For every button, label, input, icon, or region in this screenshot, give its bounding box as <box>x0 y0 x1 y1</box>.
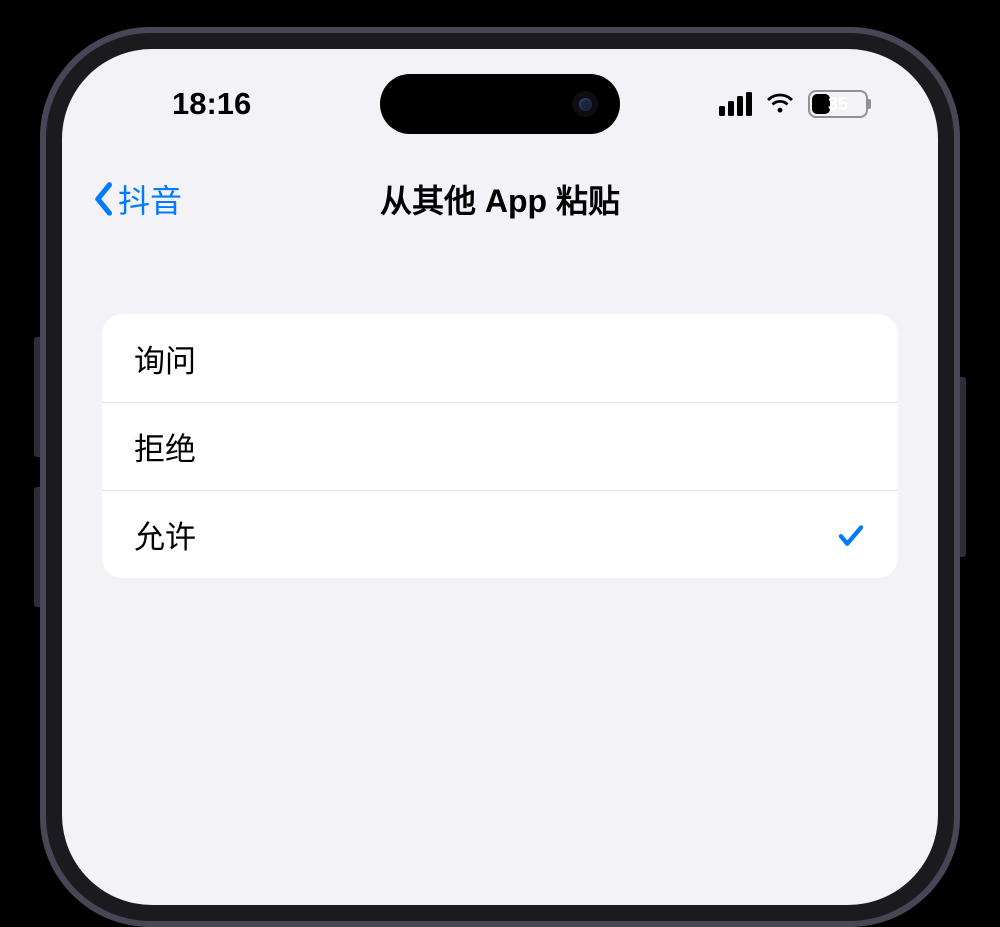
power-button[interactable] <box>960 377 966 557</box>
cellular-signal-icon <box>719 92 752 116</box>
option-label: 允许 <box>134 512 196 557</box>
back-button[interactable]: 抖音 <box>92 176 182 222</box>
wifi-icon <box>764 92 796 116</box>
dynamic-island <box>380 74 620 134</box>
navigation-bar: 抖音 从其他 App 粘贴 <box>62 169 938 229</box>
battery-percentage: 35 <box>810 94 866 115</box>
page-title: 从其他 App 粘贴 <box>380 176 620 222</box>
status-time: 18:16 <box>172 86 251 122</box>
screen: 18:16 35 <box>62 49 938 905</box>
chevron-left-icon <box>92 181 114 217</box>
checkmark-icon <box>836 520 866 550</box>
option-ask[interactable]: 询问 <box>102 314 898 402</box>
back-label: 抖音 <box>118 176 182 222</box>
options-list: 询问 拒绝 允许 <box>102 314 898 578</box>
front-camera <box>572 91 598 117</box>
option-label: 拒绝 <box>134 424 196 469</box>
volume-up-button[interactable] <box>34 337 40 457</box>
option-label: 询问 <box>134 336 196 381</box>
option-deny[interactable]: 拒绝 <box>102 402 898 490</box>
volume-down-button[interactable] <box>34 487 40 607</box>
phone-frame: 18:16 35 <box>40 27 960 927</box>
phone-bezel: 18:16 35 <box>46 33 954 921</box>
option-allow[interactable]: 允许 <box>102 490 898 578</box>
status-indicators: 35 <box>719 90 868 118</box>
battery-icon: 35 <box>808 90 868 118</box>
